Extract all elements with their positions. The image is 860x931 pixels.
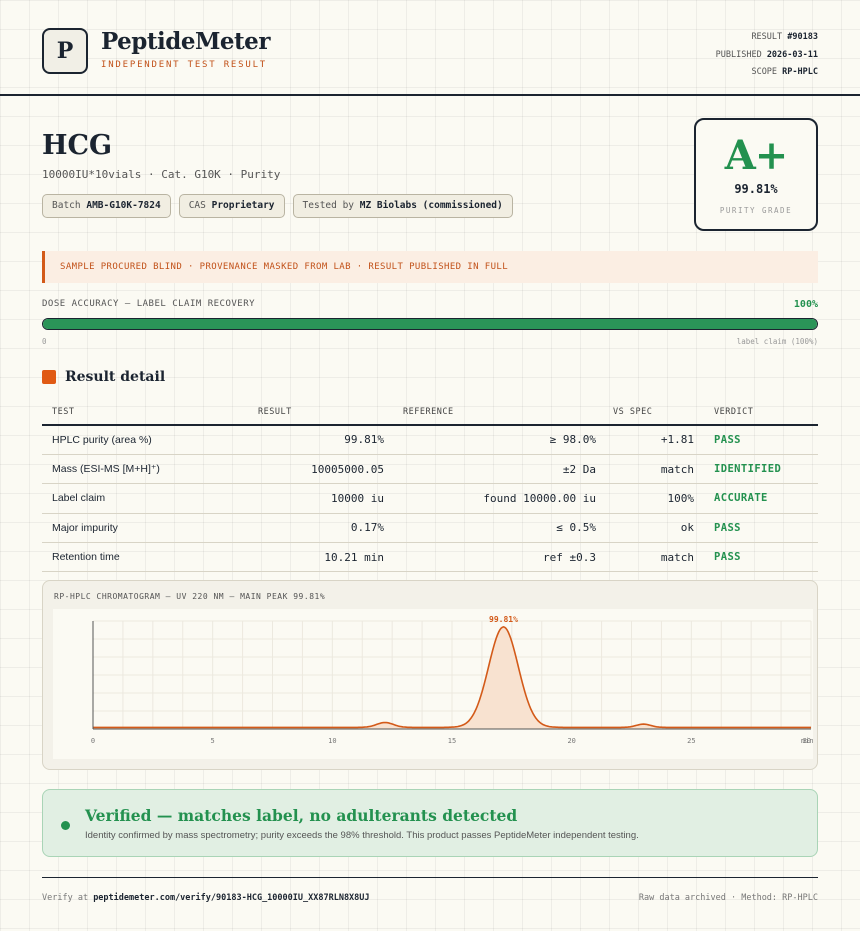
dose-label: DOSE ACCURACY — LABEL CLAIM RECOVERY <box>42 299 256 309</box>
meta-result: RESULT #90183 <box>751 32 818 42</box>
cell-vs-spec: 100% <box>596 483 694 514</box>
square-icon <box>42 370 56 384</box>
table-row: HPLC purity (area %) 99.81% ≥ 98.0% +1.8… <box>42 425 818 455</box>
product-subtitle: 10000IU*10vials · Cat. G10K · Purity <box>42 168 281 181</box>
cell-test: Label claim <box>42 483 248 514</box>
cell-result: 10000 iu <box>248 483 384 514</box>
cell-result: 10005000.05 <box>248 454 384 485</box>
cell-test: Mass (ESI-MS [M+H]⁺) <box>42 454 248 485</box>
x-tick-label: 0 <box>91 737 95 745</box>
verify-link[interactable]: peptidemeter.com/verify/90183-HCG_10000I… <box>93 893 369 903</box>
plot-background <box>53 609 813 759</box>
x-tick-label: 15 <box>448 737 456 745</box>
peak-label: 99.81% <box>489 615 518 624</box>
cell-verdict: PASS <box>694 425 818 455</box>
x-tick-label: 25 <box>687 737 695 745</box>
footer-method: Raw data archived · Method: RP-HPLC <box>638 893 818 903</box>
cell-result: 0.17% <box>248 513 384 544</box>
table-row: Label claim 10000 iu found 10000.00 iu 1… <box>42 483 818 514</box>
cell-vs-spec: match <box>596 454 694 485</box>
x-tick-label: 10 <box>328 737 336 745</box>
result-detail-heading: Result detail <box>42 369 165 385</box>
verified-text: Identity confirmed by mass spectrometry;… <box>85 830 639 841</box>
column-header-vs-spec: VS SPEC <box>596 400 694 426</box>
column-header-result: RESULT <box>248 400 384 426</box>
dose-max-label: label claim (100%) <box>736 337 818 346</box>
brand-subtitle: INDEPENDENT TEST RESULT <box>101 60 268 70</box>
table-row: Retention time 10.21 min ref ±0.3 match … <box>42 542 818 573</box>
brand-name: PeptideMeter <box>101 28 270 55</box>
cell-vs-spec: ok <box>596 513 694 544</box>
x-tick-label: 20 <box>567 737 575 745</box>
chart-title: RP-HPLC CHROMATOGRAM — UV 220 NM — MAIN … <box>54 592 326 601</box>
product-chips: Batch AMB-G10K-7824 CAS Proprietary Test… <box>42 194 513 218</box>
cell-reference: ref ±0.3 <box>384 542 596 573</box>
footer-verify: Verify at peptidemeter.com/verify/90183-… <box>42 893 370 903</box>
status-dot-icon <box>61 821 70 830</box>
cell-test: Major impurity <box>42 513 248 544</box>
product-name: HCG <box>42 130 113 161</box>
report-header: P PeptideMeter INDEPENDENT TEST RESULT R… <box>0 0 860 96</box>
tested-by-chip: Tested by MZ Biolabs (commissioned) <box>292 194 513 218</box>
batch-chip: Batch AMB-G10K-7824 <box>42 194 171 218</box>
cell-result: 10.21 min <box>248 542 384 573</box>
cell-vs-spec: match <box>596 542 694 573</box>
cell-vs-spec: +1.81 <box>596 425 694 455</box>
grade-label: PURITY GRADE <box>719 206 793 215</box>
cell-test: HPLC purity (area %) <box>42 425 248 455</box>
verified-banner: Verified — matches label, no adulterants… <box>42 789 818 857</box>
dose-min-label: 0 <box>42 337 47 346</box>
chromatogram-chart: 0 5 10 15 20 25 30min99.81% <box>53 609 813 759</box>
cell-result: 99.81% <box>248 425 384 455</box>
column-header-reference: REFERENCE <box>384 400 596 426</box>
column-header-verdict: VERDICT <box>694 400 818 426</box>
cell-test: Retention time <box>42 542 248 573</box>
cell-reference: ±2 Da <box>384 454 596 485</box>
cas-chip: CAS Proprietary <box>178 194 285 218</box>
table-row: Mass (ESI-MS [M+H]⁺) 10005000.05 ±2 Da m… <box>42 454 818 485</box>
verified-title: Verified — matches label, no adulterants… <box>85 806 518 825</box>
cell-reference: found 10000.00 iu <box>384 483 596 514</box>
results-table: TEST RESULT REFERENCE VS SPEC VERDICT HP… <box>42 400 818 573</box>
meta-scope: SCOPE RP-HPLC <box>751 67 818 77</box>
x-axis-unit: min <box>801 737 813 745</box>
column-header-test: TEST <box>42 400 248 426</box>
provenance-notice: SAMPLE PROCURED BLIND · PROVENANCE MASKE… <box>42 251 818 283</box>
cell-reference: ≤ 0.5% <box>384 513 596 544</box>
section-title: Result detail <box>65 369 166 385</box>
footer-divider <box>42 877 818 878</box>
dose-progress-bar <box>42 318 818 330</box>
cell-verdict: ACCURATE <box>694 483 818 514</box>
meta-published: PUBLISHED 2026-03-11 <box>715 49 818 60</box>
x-tick-label: 5 <box>211 737 215 745</box>
cell-verdict: PASS <box>694 513 818 544</box>
purity-grade-card: A+ 99.81% PURITY GRADE <box>694 118 818 231</box>
report-meta: RESULT #90183 PUBLISHED 2026-03-11 SCOPE… <box>716 29 818 82</box>
grade-letter: A+ <box>724 132 789 179</box>
table-row: Major impurity 0.17% ≤ 0.5% ok PASS <box>42 513 818 544</box>
cell-reference: ≥ 98.0% <box>384 425 596 455</box>
dose-value: 100% <box>793 299 818 310</box>
cell-verdict: IDENTIFIED <box>694 454 818 485</box>
chromatogram-card: RP-HPLC CHROMATOGRAM — UV 220 NM — MAIN … <box>42 580 818 770</box>
dose-progress-fill <box>43 319 817 329</box>
brand-logo: P <box>42 28 88 74</box>
grade-value: 99.81% <box>734 182 778 196</box>
cell-verdict: PASS <box>694 542 818 573</box>
table-header-row: TEST RESULT REFERENCE VS SPEC VERDICT <box>42 400 818 426</box>
